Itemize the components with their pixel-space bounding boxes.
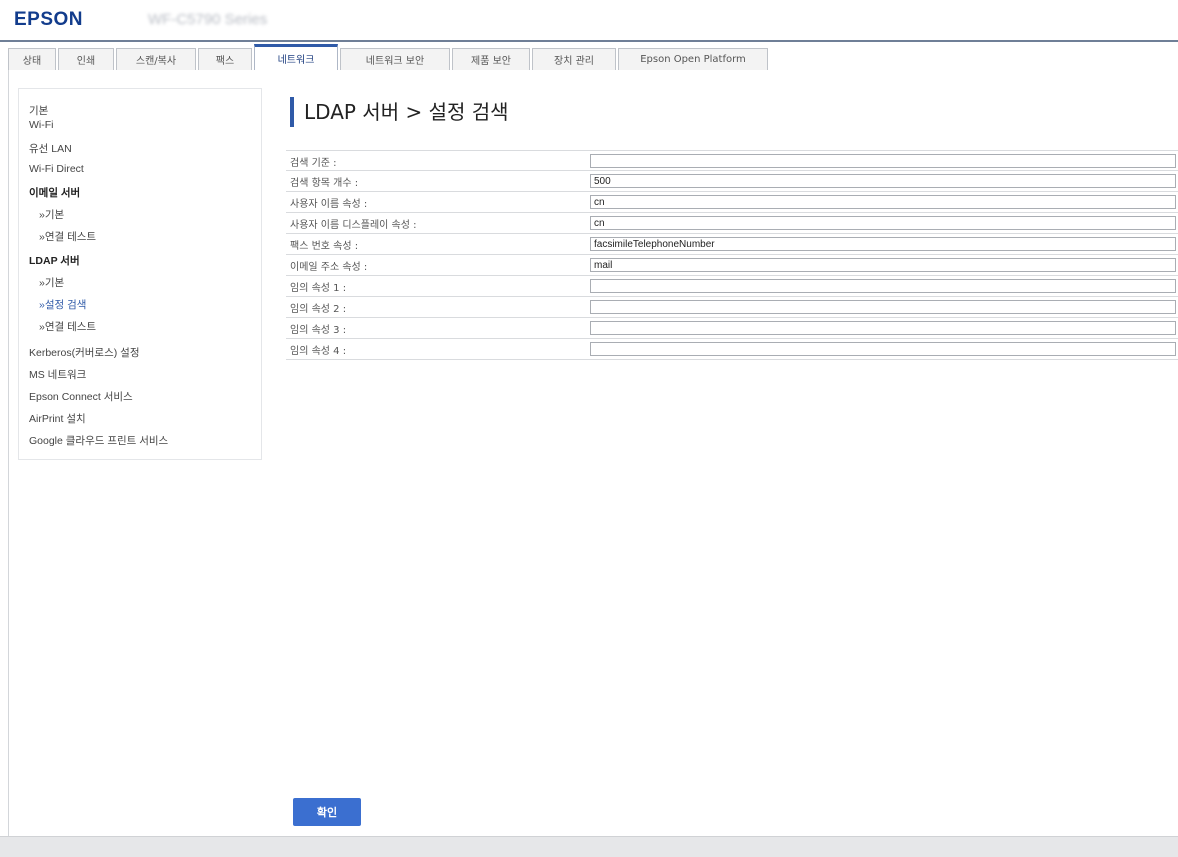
top-header: EPSON WF-C5790 Series bbox=[0, 0, 1178, 40]
tab-network-security[interactable]: 네트워크 보안 bbox=[340, 48, 450, 70]
page-title: LDAP 서버 > 설정 검색 bbox=[290, 97, 509, 127]
sidebar-item-ms-network[interactable]: MS 네트워크 bbox=[29, 367, 86, 382]
sidebar-item-ldap-basic[interactable]: »기본 bbox=[39, 275, 64, 290]
sidebar-item-email-basic[interactable]: »기본 bbox=[39, 207, 64, 222]
search-entries-input[interactable] bbox=[590, 174, 1176, 188]
tab-device-management[interactable]: 장치 관리 bbox=[532, 48, 616, 70]
model-name: WF-C5790 Series bbox=[148, 11, 268, 28]
email-address-attribute-input[interactable] bbox=[590, 258, 1176, 272]
email-address-attribute-label: 이메일 주소 속성 : bbox=[290, 262, 368, 273]
fax-number-attribute-input[interactable] bbox=[590, 237, 1176, 251]
form-row: 검색 기준 : bbox=[286, 150, 1178, 171]
sidebar-item-wifi[interactable]: Wi-Fi bbox=[29, 119, 54, 131]
tab-fax[interactable]: 팩스 bbox=[198, 48, 252, 70]
sidebar-item-basic[interactable]: 기본 bbox=[29, 103, 48, 118]
tab-product-security[interactable]: 제품 보안 bbox=[452, 48, 530, 70]
arbitrary-attribute-2-input[interactable] bbox=[590, 300, 1176, 314]
sidebar-item-email-server[interactable]: 이메일 서버 bbox=[29, 185, 80, 200]
sidebar-nav: 기본 Wi-Fi 유선 LAN Wi-Fi Direct 이메일 서버 »기본 … bbox=[18, 88, 262, 460]
tab-epson-open-platform[interactable]: Epson Open Platform bbox=[618, 48, 768, 70]
form-row: 임의 속성 3 : bbox=[286, 318, 1178, 339]
tab-network[interactable]: 네트워크 bbox=[254, 44, 338, 70]
form-row: 임의 속성 4 : bbox=[286, 339, 1178, 360]
sidebar-item-wired-lan[interactable]: 유선 LAN bbox=[29, 141, 72, 156]
form-row: 임의 속성 2 : bbox=[286, 297, 1178, 318]
epson-logo: EPSON bbox=[14, 9, 84, 30]
sidebar-item-ldap-server[interactable]: LDAP 서버 bbox=[29, 253, 80, 268]
ldap-search-settings-form: 검색 기준 : 검색 항목 개수 : 사용자 이름 속성 : 사용자 이름 디스… bbox=[286, 150, 1178, 360]
tab-scan-copy[interactable]: 스캔/복사 bbox=[116, 48, 196, 70]
search-entries-label: 검색 항목 개수 : bbox=[290, 178, 359, 189]
arbitrary-attribute-4-label: 임의 속성 4 : bbox=[290, 346, 347, 357]
form-row: 임의 속성 1 : bbox=[286, 276, 1178, 297]
form-row: 이메일 주소 속성 : bbox=[286, 255, 1178, 276]
form-row: 사용자 이름 속성 : bbox=[286, 192, 1178, 213]
arbitrary-attribute-1-label: 임의 속성 1 : bbox=[290, 283, 347, 294]
fax-number-attribute-label: 팩스 번호 속성 : bbox=[290, 241, 359, 252]
user-name-attribute-label: 사용자 이름 속성 : bbox=[290, 199, 368, 210]
user-name-attribute-input[interactable] bbox=[590, 195, 1176, 209]
arbitrary-attribute-3-label: 임의 속성 3 : bbox=[290, 325, 347, 336]
sidebar-item-email-connection-test[interactable]: »연결 테스트 bbox=[39, 229, 96, 244]
user-name-display-attribute-input[interactable] bbox=[590, 216, 1176, 230]
sidebar-item-ldap-connection-test[interactable]: »연결 테스트 bbox=[39, 319, 96, 334]
main-tab-bar: 상태 인쇄 스캔/복사 팩스 네트워크 네트워크 보안 제품 보안 장치 관리 … bbox=[0, 40, 1178, 72]
footer-bar bbox=[0, 836, 1178, 857]
sidebar-item-airprint[interactable]: AirPrint 설치 bbox=[29, 411, 86, 426]
arbitrary-attribute-3-input[interactable] bbox=[590, 321, 1176, 335]
form-row: 팩스 번호 속성 : bbox=[286, 234, 1178, 255]
tab-print[interactable]: 인쇄 bbox=[58, 48, 114, 70]
arbitrary-attribute-4-input[interactable] bbox=[590, 342, 1176, 356]
form-row: 사용자 이름 디스플레이 속성 : bbox=[286, 213, 1178, 234]
sidebar-item-google-cloud-print[interactable]: Google 클라우드 프린트 서비스 bbox=[29, 433, 168, 448]
search-base-label: 검색 기준 : bbox=[290, 158, 337, 169]
sidebar-item-ldap-search-settings[interactable]: »설정 검색 bbox=[39, 297, 86, 312]
user-name-display-attribute-label: 사용자 이름 디스플레이 속성 : bbox=[290, 220, 417, 231]
form-row: 검색 항목 개수 : bbox=[286, 171, 1178, 192]
sidebar-item-epson-connect[interactable]: Epson Connect 서비스 bbox=[29, 389, 133, 404]
arbitrary-attribute-2-label: 임의 속성 2 : bbox=[290, 304, 347, 315]
sidebar-item-wifi-direct[interactable]: Wi-Fi Direct bbox=[29, 163, 84, 175]
search-base-input[interactable] bbox=[590, 154, 1176, 168]
arbitrary-attribute-1-input[interactable] bbox=[590, 279, 1176, 293]
sidebar-item-kerberos[interactable]: Kerberos(커버로스) 설정 bbox=[29, 345, 139, 360]
ok-button[interactable]: 확인 bbox=[293, 798, 361, 826]
tab-status[interactable]: 상태 bbox=[8, 48, 56, 70]
